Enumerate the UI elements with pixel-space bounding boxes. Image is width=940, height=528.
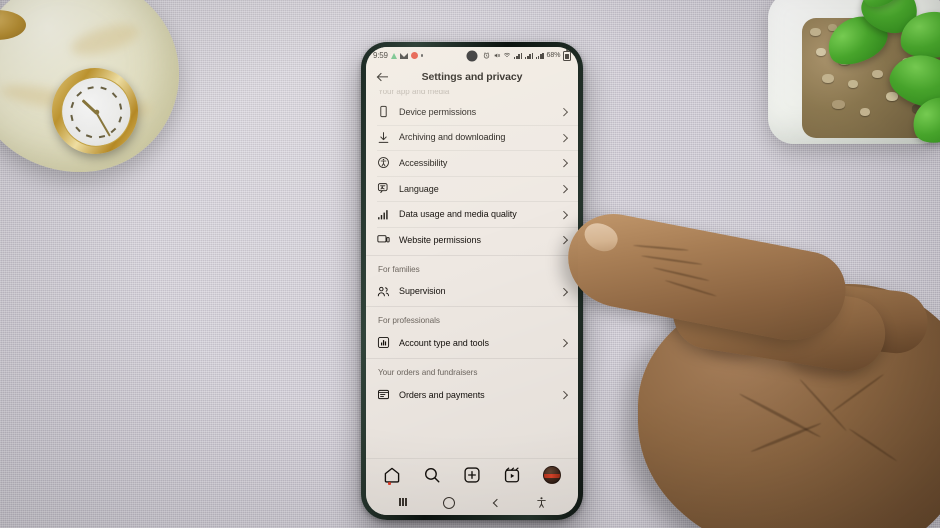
chevron-right-icon (560, 210, 568, 218)
dot-icon (420, 54, 424, 57)
phone-icon (377, 105, 390, 118)
app-header: Settings and privacy (366, 64, 578, 90)
create-tab[interactable] (463, 466, 481, 484)
settings-row-label: Data usage and media quality (399, 209, 517, 220)
section-header-for-professionals: For professionals (378, 316, 440, 326)
camera-punch-hole (466, 50, 478, 61)
bar-chart-icon (377, 336, 390, 349)
settings-row-language[interactable]: Language (366, 175, 578, 202)
chevron-right-icon (560, 185, 568, 193)
settings-row-label: Accessibility (399, 157, 448, 168)
chevron-right-icon (560, 159, 568, 167)
language-icon (377, 182, 390, 195)
battery-icon (563, 49, 571, 61)
profile-tab[interactable] (543, 466, 561, 484)
settings-list[interactable]: Your app and media Device permissions Ar… (366, 90, 578, 458)
system-nav-bar (366, 491, 578, 515)
drive-icon (390, 52, 397, 59)
pointing-hand (559, 206, 940, 528)
clock-center-pin (93, 108, 100, 115)
settings-row-label: Archiving and downloading (399, 132, 506, 143)
download-icon (377, 131, 390, 144)
back-chevron-icon[interactable] (489, 496, 502, 509)
app-tab-bar (366, 458, 578, 491)
settings-row-data-usage-and-media-quality[interactable]: Data usage and media quality (366, 201, 578, 227)
battery-percent: 68% (546, 52, 561, 59)
clock-bezel (43, 59, 147, 163)
notification-badge-icon (410, 52, 418, 59)
clock-dial (54, 70, 138, 154)
clock-body (0, 0, 179, 172)
alarm-icon (484, 52, 490, 59)
section-header-for-families: For families (378, 264, 420, 274)
signal-bars-icon (377, 208, 390, 221)
settings-row-label: Website permissions (399, 234, 481, 245)
mute-icon (494, 53, 500, 58)
settings-row-website-permissions[interactable]: Website permissions (366, 226, 578, 253)
settings-row-archiving-and-downloading[interactable]: Archiving and downloading (366, 124, 578, 151)
phone-screen: 9:59 68% Settings and privacy Your app a… (366, 47, 578, 515)
people-icon (377, 285, 390, 298)
marble-apple-desk-clock (0, 0, 192, 178)
section-header-your-orders-and-fundraisers: Your orders and fundraisers (378, 367, 478, 377)
page-title: Settings and privacy (421, 71, 523, 83)
desk-scene: 9:59 68% Settings and privacy Your app a… (0, 0, 940, 528)
signal-icon (513, 52, 523, 59)
status-time: 9:59 (373, 51, 388, 60)
home-circle-icon[interactable] (443, 496, 456, 509)
back-arrow-icon[interactable] (376, 70, 390, 84)
signal2-icon (535, 52, 544, 59)
accessibility-person-icon[interactable] (535, 496, 548, 509)
settings-row-accessibility[interactable]: Accessibility (366, 150, 578, 176)
phone-device: 9:59 68% Settings and privacy Your app a… (361, 42, 583, 520)
section-header-partial: Your app and media (378, 90, 450, 96)
receipt-icon (377, 388, 390, 401)
home-tab[interactable] (383, 466, 401, 485)
status-right: 68% (483, 49, 571, 61)
settings-row-supervision[interactable]: Supervision (366, 279, 578, 305)
accessibility-icon (377, 156, 390, 169)
marble-vein (68, 18, 142, 62)
reels-tab[interactable] (503, 466, 521, 484)
home-notification-dot (388, 482, 391, 485)
chevron-right-icon (560, 108, 568, 116)
status-left: 9:59 (373, 51, 424, 60)
search-tab[interactable] (423, 466, 441, 484)
browser-window-icon (377, 233, 390, 246)
settings-row-label: Supervision (399, 286, 446, 297)
succulent-in-white-pot (762, 0, 940, 154)
fingernail (579, 218, 622, 257)
settings-row-account-type-and-tools[interactable]: Account type and tools (366, 330, 578, 356)
wifi-icon (504, 52, 511, 57)
sim-signal-icon (524, 52, 534, 59)
settings-row-label: Language (399, 183, 439, 194)
settings-row-orders-and-payments[interactable]: Orders and payments (366, 382, 578, 408)
recents-icon[interactable] (397, 496, 410, 509)
settings-row-device-permissions[interactable]: Device permissions (366, 99, 578, 125)
status-bar: 9:59 68% (366, 47, 578, 64)
settings-row-label: Orders and payments (399, 389, 485, 400)
gmail-icon (399, 52, 408, 59)
settings-row-label: Account type and tools (399, 337, 489, 348)
chevron-right-icon (560, 133, 568, 141)
settings-row-label: Device permissions (399, 106, 477, 117)
